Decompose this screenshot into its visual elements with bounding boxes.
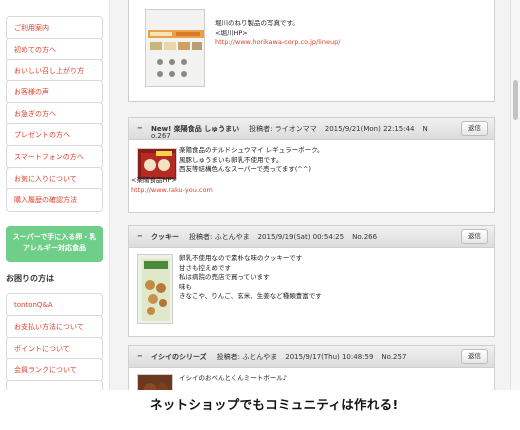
sidebar-item-member-rank[interactable]: 会員ランクについて (6, 358, 103, 382)
reply-button[interactable]: 返信 (461, 349, 488, 364)
post-poster: 投稿者: ふとんやま (189, 233, 250, 241)
post-header: − イシイのシリーズ 投稿者: ふとんやま 2015/9/17(Thu) 10:48… (129, 346, 494, 368)
scrollbar[interactable] (510, 0, 520, 390)
post-rakuyou-shumai: − New! 楽陽食品 しゅうまい 投稿者: ライオンママ 2015/9/21(Mo… (128, 117, 495, 213)
post-header: − New! 楽陽食品 しゅうまい 投稿者: ライオンママ 2015/9/21(Mo… (129, 118, 494, 140)
post-title: イシイのシリーズ (151, 353, 207, 361)
allergy-food-banner-button[interactable]: スーパーで手に入る卵・乳 アレルギー対応食品 (6, 226, 103, 262)
post-number: No.257 (381, 353, 407, 361)
post-body: イシイのおべんとくんミートボール♪ (129, 368, 494, 390)
post-number-wrap: o.267 (151, 132, 171, 140)
post-meta: イシイのシリーズ 投稿者: ふとんやま 2015/9/17(Thu) 10:48:5… (151, 352, 454, 362)
post-date: 2015/9/19(Sat) 00:54:25 (257, 233, 345, 241)
post-header: − クッキー 投稿者: ふとんやま 2015/9/19(Sat) 00:54:25 N… (129, 226, 494, 248)
sidebar-item-qa[interactable]: tontonQ&A (6, 293, 103, 317)
scrollbar-thumb[interactable] (513, 80, 518, 120)
help-heading: お困りの方は (6, 274, 54, 283)
sidebar-item-guide[interactable]: ご利用案内 (6, 16, 103, 40)
text-line: 西友等結構色んなスーパーで売ってます(^^) (179, 165, 311, 173)
sidebar-item-purchase-history[interactable]: 購入履歴の確認方法 (6, 188, 103, 212)
post-title: クッキー (151, 233, 179, 241)
text-line: 風豚しゅうまいも卵乳不使用です。 (179, 155, 283, 164)
cookie-photo (137, 254, 173, 324)
post-body: 堀川のねり製品の写真です。 <堀川HP> http://www.horikawa… (129, 0, 494, 101)
text-line: 堀川のねり製品の写真です。 (215, 19, 299, 27)
text-line: 甘さも控えめです (179, 263, 231, 272)
post-ishii: − イシイのシリーズ 投稿者: ふとんやま 2015/9/17(Thu) 10:48… (128, 345, 495, 390)
reply-button[interactable]: 返信 (461, 229, 488, 244)
sidebar: ご利用案内 初めての方へ おいしい召し上がり方 お客様の声 お急ぎの方へ プレゼ… (0, 0, 110, 390)
collapse-icon[interactable]: − (137, 232, 143, 240)
post-horikawa: 堀川のねり製品の写真です。 <堀川HP> http://www.horikawa… (128, 0, 495, 102)
sidebar-item-more[interactable] (6, 380, 103, 390)
sidebar-item-smartphone[interactable]: スマートフォンの方へ (6, 145, 103, 169)
reply-button[interactable]: 返信 (461, 121, 488, 136)
horikawa-link[interactable]: http://www.horikawa-corp.co.jp/lineup/ (215, 38, 485, 48)
promo-line-1: スーパーで手に入る卵・乳 (12, 233, 97, 241)
sidebar-item-customer-voice[interactable]: お客様の声 (6, 80, 103, 104)
sidebar-item-payment[interactable]: お支払い方法について (6, 315, 103, 339)
post-text: 楽陽食品のチルドシュウマイ レギュラーポーク。 風豚しゅうまいも卵乳不使用です。… (179, 146, 479, 175)
post-poster: 投稿者: ふとんやま (216, 353, 278, 361)
product-photo (145, 9, 205, 87)
text-line: イシイのおべんとくんミートボール♪ (179, 374, 287, 382)
bulletin-board: 堀川のねり製品の写真です。 <堀川HP> http://www.horikawa… (110, 0, 510, 390)
post-body: 楽陽食品のチルドシュウマイ レギュラーポーク。 風豚しゅうまいも卵乳不使用です。… (129, 140, 494, 212)
text-line: <堀川HP> (215, 28, 248, 37)
post-meta: New! 楽陽食品 しゅうまい 投稿者: ライオンママ 2015/9/21(Mon)… (151, 124, 454, 134)
caption-banner: ネットショップでもコミュニティは作れる! (150, 397, 399, 412)
post-cookie: − クッキー 投稿者: ふとんやま 2015/9/19(Sat) 00:54:25 N… (128, 225, 495, 337)
screenshot-frame: ご利用案内 初めての方へ おいしい召し上がり方 お客様の声 お急ぎの方へ プレゼ… (0, 0, 520, 430)
post-text: 卵乳不使用なので素朴な味のクッキーです 甘さも控えめです 私は病院の売店で買って… (179, 254, 479, 302)
promo-line-2: アレルギー対応食品 (23, 244, 86, 252)
collapse-icon[interactable]: − (137, 124, 143, 132)
rakuyou-link[interactable]: http://www.raku-you.com (131, 186, 213, 196)
sidebar-item-present[interactable]: プレゼントの方へ (6, 123, 103, 147)
text-line: 楽陽食品のチルドシュウマイ レギュラーポーク。 (179, 146, 324, 154)
text-line: 私は病院の売店で買っています (179, 273, 270, 281)
post-date: 2015/9/17(Thu) 10:48:59 (285, 353, 374, 361)
post-poster: 投稿者: ライオンママ (249, 125, 317, 133)
text-line: 卵乳不使用なので素朴な味のクッキーです (179, 254, 303, 262)
rakuyou-hp-label: <楽陽食品HP> (131, 176, 177, 184)
post-date: 2015/9/21(Mon) 22:15:44 (324, 125, 415, 133)
text-line: きなこや、りんご、玄米、生姜など種類豊富です (179, 292, 322, 300)
ishii-photo (137, 374, 173, 390)
post-text: 堀川のねり製品の写真です。 <堀川HP> http://www.horikawa… (215, 19, 485, 48)
post-number: No.266 (352, 233, 378, 241)
collapse-icon[interactable]: − (137, 352, 143, 360)
post-text: イシイのおべんとくんミートボール♪ (179, 374, 479, 384)
text-line: 味も (179, 282, 192, 291)
post-meta: クッキー 投稿者: ふとんやま 2015/9/19(Sat) 00:54:25 No.… (151, 232, 454, 242)
post-body: 卵乳不使用なので素朴な味のクッキーです 甘さも控えめです 私は病院の売店で買って… (129, 248, 494, 336)
post-number: N (422, 125, 428, 133)
